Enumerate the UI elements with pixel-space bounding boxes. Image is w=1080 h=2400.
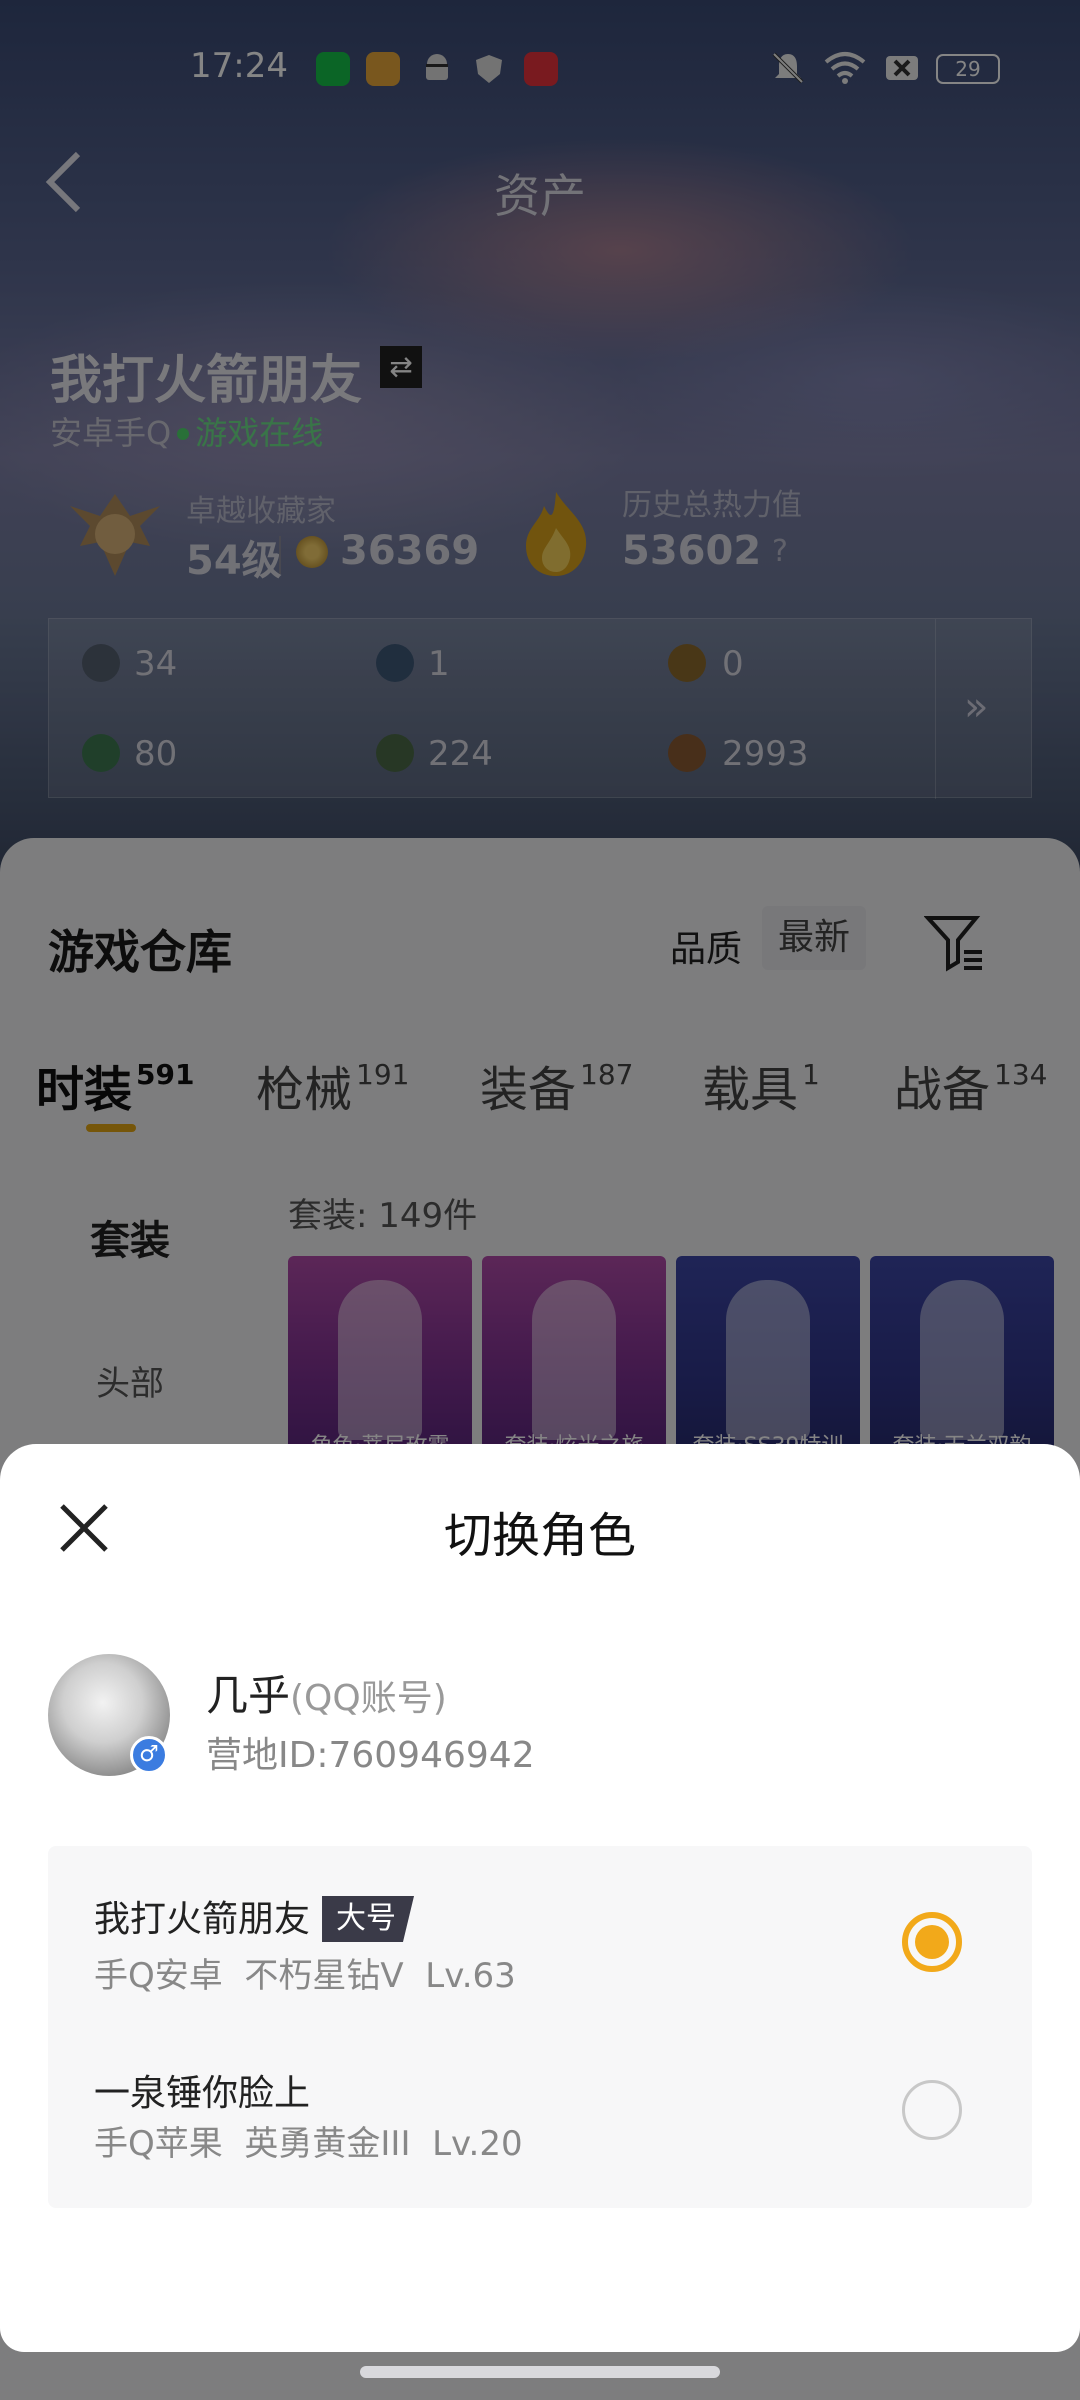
role-detail: 手Q苹果 英勇黄金III Lv.20 <box>94 2116 523 2165</box>
role-item-main-name[interactable]: 我打火箭朋友 大号 <box>94 1890 415 1942</box>
account-nickname: 几乎 <box>206 1671 291 1720</box>
role-name: 我打火箭朋友 <box>94 1899 311 1940</box>
role-rank: 不朽星钻V <box>244 1956 404 1996</box>
role-radio-selected[interactable] <box>902 1912 962 1972</box>
account-type: (QQ账号) <box>290 1678 447 1719</box>
camp-id: 营地ID:760946942 <box>206 1735 535 1776</box>
sheet-title: 切换角色 <box>443 1508 636 1564</box>
role-platform: 手Q苹果 <box>94 2124 223 2164</box>
role-name: 一泉锤你脸上 <box>94 2073 311 2114</box>
role-rank: 英勇黄金III <box>244 2124 411 2164</box>
male-gender-icon: ♂ <box>130 1736 168 1774</box>
role-item-alt-name[interactable]: 一泉锤你脸上 <box>94 2064 310 2116</box>
main-account-badge: 大号 <box>322 1896 415 1942</box>
role-detail: 手Q安卓 不朽星钻V Lv.63 <box>94 1948 516 1997</box>
account-name: 几乎(QQ账号) <box>206 1662 447 1723</box>
home-indicator[interactable] <box>360 2366 720 2378</box>
role-radio-unselected[interactable] <box>902 2080 962 2140</box>
role-platform: 手Q安卓 <box>94 1956 223 1996</box>
role-level: Lv.63 <box>425 1956 516 1996</box>
role-level: Lv.20 <box>432 2124 523 2164</box>
